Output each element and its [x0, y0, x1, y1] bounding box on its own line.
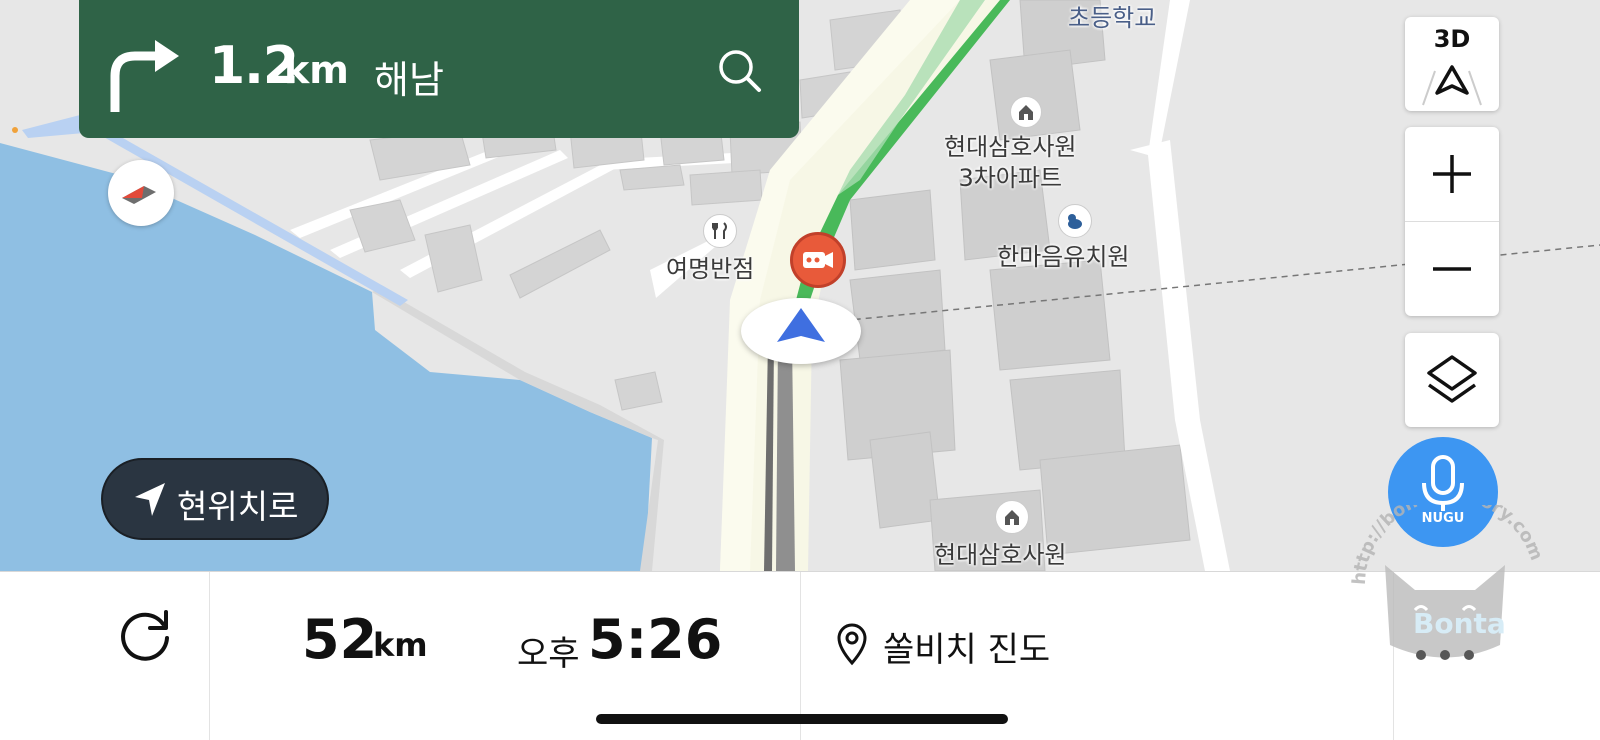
- reroute-button[interactable]: [110, 600, 180, 670]
- view-3d-label: 3D: [1433, 25, 1471, 53]
- watermark-name: Bonta: [1413, 607, 1506, 640]
- remaining-distance-value: 52: [302, 608, 378, 671]
- apartment-3-label[interactable]: 현대삼호사원 3차아파트: [944, 132, 1076, 194]
- direction-name: 해남: [374, 58, 444, 102]
- cat-face-icon: http://bonta.tistory.com: [1349, 484, 1547, 660]
- apartment-icon[interactable]: [995, 500, 1029, 534]
- apartment-icon[interactable]: [1010, 96, 1042, 128]
- restaurant-icon[interactable]: [703, 214, 737, 248]
- home-indicator[interactable]: [596, 714, 1008, 724]
- zoom-out-button[interactable]: [1405, 222, 1499, 316]
- navigation-arrow-icon: [1422, 65, 1482, 106]
- minus-icon: [1433, 267, 1471, 271]
- zoom-in-button[interactable]: [1405, 127, 1499, 221]
- destination-name: 쏠비치 진도: [883, 630, 1051, 670]
- compass-icon[interactable]: [108, 160, 174, 226]
- location-pin-icon: [837, 623, 867, 666]
- arrival-time: 5:26: [588, 608, 723, 671]
- zoom-control: [1405, 127, 1499, 316]
- watermark: http://bonta.tistory.com Bonta: [1345, 484, 1555, 665]
- kindergarten-label[interactable]: 한마음유치원: [997, 242, 1129, 273]
- svg-text:http://bonta.tistory.com: http://bonta.tistory.com: [1349, 505, 1547, 585]
- current-location-button[interactable]: 현위치로: [101, 458, 329, 540]
- divider: [209, 572, 210, 740]
- location-arrow-icon: [135, 483, 165, 516]
- watermark-url: http://bonta.tistory.com: [1349, 484, 1547, 585]
- layers-button[interactable]: [1405, 333, 1499, 427]
- view-3d-button[interactable]: 3D: [1405, 17, 1499, 111]
- school-label[interactable]: 초등학교: [1068, 3, 1156, 34]
- search-button[interactable]: [715, 46, 765, 96]
- restaurant-label[interactable]: 여명반점: [666, 254, 754, 285]
- apartment-label[interactable]: 현대삼호사원: [934, 540, 1066, 571]
- vehicle-position-marker: [741, 298, 861, 364]
- kindergarten-icon[interactable]: [1058, 204, 1092, 238]
- turn-guidance-panel[interactable]: 1.2 km 해남: [79, 0, 799, 138]
- current-location-label: 현위치로: [177, 487, 299, 526]
- speed-camera-icon: [790, 232, 846, 288]
- arrival-ampm: 오후: [517, 634, 580, 674]
- refresh-icon: [121, 610, 169, 661]
- search-icon: [719, 50, 761, 92]
- remaining-distance-unit: km: [373, 626, 428, 664]
- right-turn-icon: [107, 36, 187, 120]
- layers-icon: [1427, 355, 1477, 403]
- plus-icon: [1433, 155, 1471, 193]
- turn-distance-unit: km: [284, 48, 349, 92]
